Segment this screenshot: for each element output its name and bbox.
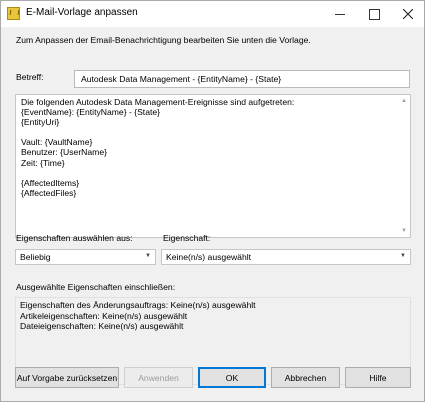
body-line [21, 127, 294, 137]
properties-source-dropdown[interactable]: Beliebig ▼ [15, 249, 156, 265]
body-line: {EventName}: {EntityName} - {State} [21, 107, 161, 118]
dialog-window: E-Mail-Vorlage anpassen Zum Anpassen der… [0, 0, 425, 402]
chevron-down-icon: ▼ [400, 253, 406, 259]
subject-label: Betreff: [16, 72, 44, 82]
cancel-button[interactable]: Abbrechen [271, 367, 340, 388]
body-line: {AffectedItems} [21, 177, 80, 188]
included-property-line: Eigenschaften des Änderungsauftrags: Kei… [20, 300, 256, 310]
select-properties-label: Eigenschaften auswählen aus: [16, 233, 133, 243]
minimize-button[interactable] [323, 1, 357, 27]
property-value: Keine(n/s) ausgewählt [166, 252, 252, 262]
title-bar[interactable]: E-Mail-Vorlage anpassen [1, 1, 424, 27]
chevron-down-icon: ▼ [145, 253, 151, 259]
include-properties-label: Ausgewählte Eigenschaften einschließen: [16, 282, 176, 292]
body-text: Die folgenden Autodesk Data Management-E… [21, 97, 294, 198]
body-line [21, 168, 294, 178]
scroll-up-icon[interactable]: ▲ [399, 96, 409, 106]
included-property-line: Dateieigenschaften: Keine(n/s) ausgewähl… [20, 321, 184, 331]
property-label: Eigenschaft: [163, 233, 211, 243]
maximize-button[interactable] [357, 1, 391, 27]
help-button[interactable]: Hilfe [345, 367, 411, 388]
body-line: Zeit: {Time} [21, 157, 65, 168]
reset-to-default-button[interactable]: Auf Vorgabe zurücksetzen [15, 367, 119, 388]
ok-button[interactable]: OK [198, 367, 266, 388]
maximize-icon [368, 8, 380, 20]
body-line: {EntityUri} [21, 117, 60, 128]
intro-text: Zum Anpassen der Email-Benachrichtigung … [16, 35, 311, 45]
body-line: Benutzer: {UserName} [21, 147, 107, 158]
close-button[interactable] [391, 1, 425, 27]
close-icon [403, 9, 413, 19]
window-title: E-Mail-Vorlage anpassen [26, 7, 138, 18]
properties-source-value: Beliebig [20, 252, 51, 262]
apply-button[interactable]: Anwenden [124, 367, 193, 388]
body-line: Vault: {VaultName} [21, 137, 93, 148]
scroll-down-icon[interactable]: ▼ [399, 226, 409, 236]
subject-input[interactable]: Autodesk Data Management - {EntityName} … [74, 70, 410, 88]
body-line: Die folgenden Autodesk Data Management-E… [21, 97, 295, 107]
vault-app-icon [7, 7, 20, 20]
property-dropdown[interactable]: Keine(n/s) ausgewählt ▼ [161, 249, 411, 265]
body-line: {AffectedFiles} [21, 187, 77, 198]
dialog-content: Zum Anpassen der Email-Benachrichtigung … [1, 27, 424, 401]
included-property-line: Artikeleigenschaften: Keine(n/s) ausgewä… [20, 310, 188, 321]
minimize-icon [335, 13, 345, 15]
included-properties-text: Eigenschaften des Änderungsauftrags: Kei… [20, 300, 256, 332]
body-textarea[interactable]: Die folgenden Autodesk Data Management-E… [15, 94, 411, 238]
